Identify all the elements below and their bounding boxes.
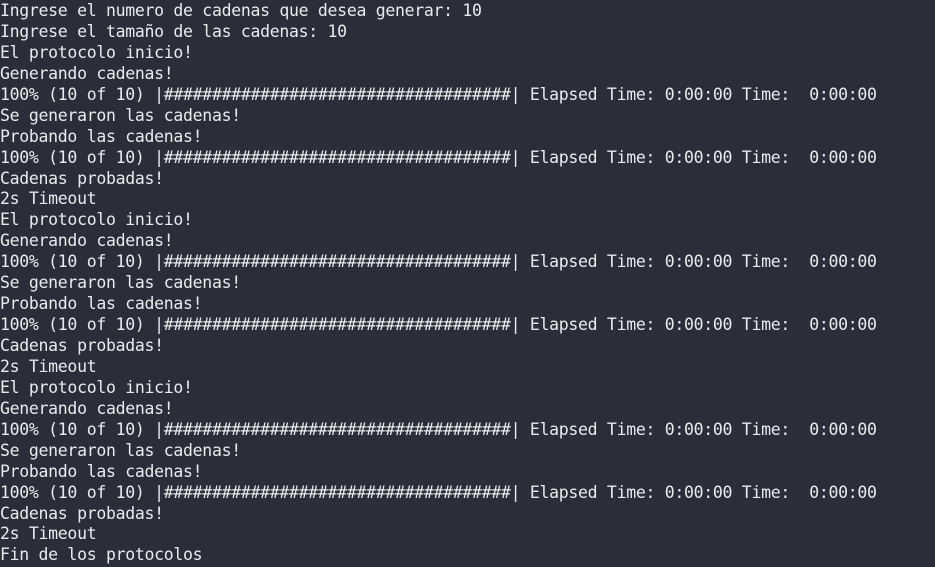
terminal-line: Probando las cadenas!: [0, 461, 203, 481]
terminal-line: Probando las cadenas!: [0, 126, 203, 146]
terminal-line: 2s Timeout: [0, 524, 97, 544]
terminal-line: 2s Timeout: [0, 189, 97, 209]
terminal-line: Generando cadenas!: [0, 398, 174, 418]
terminal-line: El protocolo inicio!: [0, 42, 193, 62]
terminal-line: Fin de los protocolos: [0, 545, 203, 565]
progress-bar-line: 100% (10 of 10) |#######################…: [0, 84, 877, 104]
terminal-line: El protocolo inicio!: [0, 377, 193, 397]
terminal-line: Probando las cadenas!: [0, 294, 203, 314]
terminal-line: Se generaron las cadenas!: [0, 105, 241, 125]
progress-bar-line: 100% (10 of 10) |#######################…: [0, 482, 877, 502]
terminal-output: Ingrese el numero de cadenas que desea g…: [0, 1, 877, 566]
progress-bar-line: 100% (10 of 10) |#######################…: [0, 252, 877, 272]
progress-bar-line: 100% (10 of 10) |#######################…: [0, 147, 877, 167]
terminal-line: Generando cadenas!: [0, 63, 174, 83]
terminal-line: Ingrese el tamaño de las cadenas: 10: [0, 21, 347, 41]
terminal-line: El protocolo inicio!: [0, 210, 193, 230]
terminal-line: Cadenas probadas!: [0, 503, 164, 523]
progress-bar-line: 100% (10 of 10) |#######################…: [0, 419, 877, 439]
terminal-line: Cadenas probadas!: [0, 336, 164, 355]
terminal-line: 2s Timeout: [0, 356, 97, 376]
terminal-line: Cadenas probadas!: [0, 168, 164, 188]
terminal-line: Se generaron las cadenas!: [0, 273, 241, 293]
progress-bar-line: 100% (10 of 10) |#######################…: [0, 315, 877, 335]
terminal-line: Ingrese el numero de cadenas que desea g…: [0, 1, 482, 20]
terminal-window[interactable]: Ingrese el numero de cadenas que desea g…: [0, 0, 935, 567]
terminal-line: Generando cadenas!: [0, 231, 174, 251]
terminal-line: Se generaron las cadenas!: [0, 440, 241, 460]
